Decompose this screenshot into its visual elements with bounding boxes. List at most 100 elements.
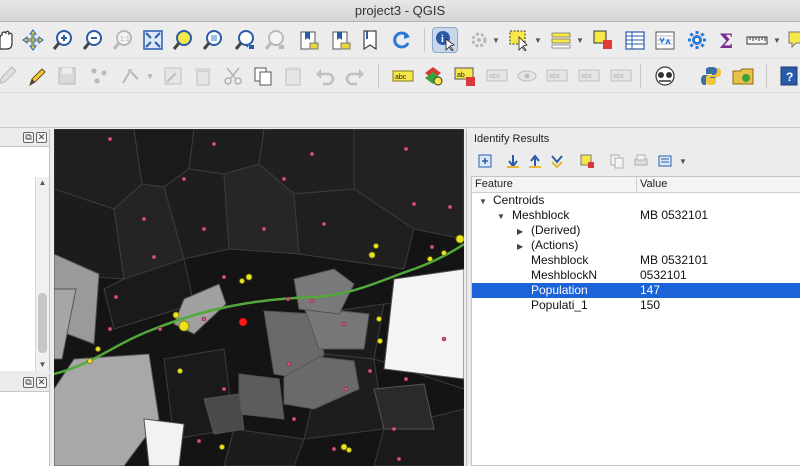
copy-features-icon[interactable] — [250, 63, 276, 89]
zoom-in-icon[interactable] — [50, 27, 76, 53]
help-icon[interactable]: ? — [776, 63, 800, 89]
change-label-icon[interactable]: abc — [608, 63, 634, 89]
pan-to-selection-icon[interactable] — [20, 27, 46, 53]
expand-new-icon[interactable] — [525, 151, 545, 171]
scroll-up-icon[interactable]: ▲ — [36, 177, 49, 189]
row-value: 150 — [640, 298, 661, 312]
row-feature: (Actions) — [531, 238, 579, 252]
move-label-icon[interactable]: abc — [544, 63, 570, 89]
map-navigation-toolbar: 1:1 i ▼ ▼ ▼ Σ ▼ — [0, 22, 800, 58]
row-feature: (Derived) — [531, 223, 581, 237]
save-edits-icon[interactable] — [54, 63, 80, 89]
identify-panel-title: Identify Results — [474, 133, 550, 145]
layers-panel-header: ⧉ ✕ — [0, 129, 49, 147]
georeferencer-icon[interactable] — [652, 63, 678, 89]
map-canvas[interactable] — [54, 129, 464, 466]
close-panel-icon[interactable]: ✕ — [36, 377, 47, 388]
vertex-tool-icon[interactable] — [118, 63, 144, 89]
refresh-icon[interactable] — [388, 27, 414, 53]
close-panel-icon[interactable]: ✕ — [36, 132, 47, 143]
toggle-editing-icon[interactable] — [24, 63, 50, 89]
collapse-triangle-icon[interactable]: ▼ — [497, 209, 505, 224]
identify-results-panel: Identify Results ▼ Feature Value ▼ Centr… — [466, 129, 800, 466]
pin-labels-icon[interactable]: abc — [484, 63, 510, 89]
show-bookmarks-icon[interactable] — [358, 27, 384, 53]
tree-row-attribute-selected[interactable]: Population 147 — [472, 283, 800, 298]
select-features-icon[interactable] — [506, 27, 532, 53]
zoom-next-icon[interactable] — [262, 27, 288, 53]
expand-tree-icon[interactable] — [547, 151, 567, 171]
plugin-manager-icon[interactable] — [730, 63, 756, 89]
open-attribute-table-icon[interactable] — [622, 27, 648, 53]
expand-triangle-icon[interactable]: ▶ — [517, 224, 523, 239]
copy-feature-icon[interactable] — [607, 151, 627, 171]
python-console-icon[interactable] — [698, 63, 724, 89]
measure-icon[interactable] — [744, 27, 770, 53]
rotate-label-icon[interactable]: abc — [576, 63, 602, 89]
delete-selected-icon[interactable] — [190, 63, 216, 89]
identify-icon[interactable]: i — [432, 27, 458, 53]
collapse-all-icon[interactable] — [503, 151, 523, 171]
feature-column-header[interactable]: Feature — [475, 178, 513, 190]
highlight-pinned-labels-icon[interactable]: ab — [452, 63, 478, 89]
configure-icon[interactable] — [655, 151, 675, 171]
tree-row-derived[interactable]: ▶ (Derived) — [472, 223, 800, 238]
zoom-full-icon[interactable] — [140, 27, 166, 53]
identify-results-tree[interactable]: Feature Value ▼ Centroids ▼ Meshblock MB… — [471, 176, 800, 466]
print-icon[interactable] — [631, 151, 651, 171]
layer-labeling-icon[interactable] — [420, 63, 446, 89]
identify-toolbar: ▼ — [467, 149, 800, 173]
float-panel-icon[interactable]: ⧉ — [23, 377, 34, 388]
collapse-triangle-icon[interactable]: ▼ — [479, 194, 487, 209]
tree-row-attribute[interactable]: MeshblockN 0532101 — [472, 268, 800, 283]
zoom-last-icon[interactable] — [232, 27, 258, 53]
field-calculator-icon[interactable] — [652, 27, 678, 53]
results-header: Feature Value — [472, 177, 800, 193]
expand-all-icon[interactable] — [475, 151, 495, 171]
zoom-to-selection-icon[interactable] — [170, 27, 196, 53]
empty-toolbar-row — [0, 92, 800, 128]
row-feature: MeshblockN — [531, 268, 598, 282]
layers-scrollbar[interactable]: ▲ ▼ — [35, 177, 49, 371]
tree-row-actions[interactable]: ▶ (Actions) — [472, 238, 800, 253]
browser-panel: ⧉ ✕ — [0, 374, 50, 466]
select-by-value-icon[interactable] — [548, 27, 574, 53]
cut-features-icon[interactable] — [220, 63, 246, 89]
paste-features-icon[interactable] — [280, 63, 306, 89]
float-panel-icon[interactable]: ⧉ — [23, 132, 34, 143]
tree-row-attribute[interactable]: Populati_1 150 — [472, 298, 800, 313]
deselect-all-icon[interactable] — [590, 27, 616, 53]
statistics-icon[interactable]: Σ — [714, 27, 740, 53]
new-bookmark-icon[interactable] — [296, 27, 322, 53]
redo-icon[interactable] — [342, 63, 368, 89]
tree-row-layer[interactable]: ▼ Centroids — [472, 193, 800, 208]
add-feature-icon[interactable] — [86, 63, 112, 89]
svg-text:abc: abc — [395, 74, 407, 81]
zoom-to-layer-icon[interactable] — [200, 27, 226, 53]
show-hide-labels-icon[interactable] — [514, 63, 540, 89]
current-edits-icon[interactable] — [0, 63, 20, 89]
row-feature: Populati_1 — [531, 298, 588, 312]
svg-text:abc: abc — [489, 73, 501, 80]
zoom-native-icon[interactable]: 1:1 — [110, 27, 136, 53]
run-action-icon[interactable] — [466, 27, 492, 53]
modify-attributes-icon[interactable] — [160, 63, 186, 89]
qgis-window: project3 - QGIS 1:1 i ▼ ▼ ▼ Σ ▼ ▼ abc ab… — [0, 0, 800, 466]
map-tips-icon[interactable] — [784, 27, 800, 53]
zoom-out-icon[interactable] — [80, 27, 106, 53]
clear-results-icon[interactable] — [577, 151, 597, 171]
toolbox-icon[interactable] — [684, 27, 710, 53]
undo-icon[interactable] — [312, 63, 338, 89]
scroll-thumb[interactable] — [38, 293, 47, 353]
label-icon[interactable]: abc — [390, 63, 416, 89]
show-bookmarks-icon[interactable] — [328, 27, 354, 53]
tree-row-feature[interactable]: ▼ Meshblock MB 0532101 — [472, 208, 800, 223]
expand-triangle-icon[interactable]: ▶ — [517, 239, 523, 254]
value-column-header[interactable]: Value — [640, 178, 667, 190]
row-feature: Population — [531, 283, 588, 297]
tree-row-attribute[interactable]: Meshblock MB 0532101 — [472, 253, 800, 268]
scroll-down-icon[interactable]: ▼ — [36, 359, 49, 371]
pan-map-icon[interactable] — [0, 27, 18, 53]
svg-text:ab: ab — [457, 72, 465, 79]
svg-text:abc: abc — [581, 73, 593, 80]
